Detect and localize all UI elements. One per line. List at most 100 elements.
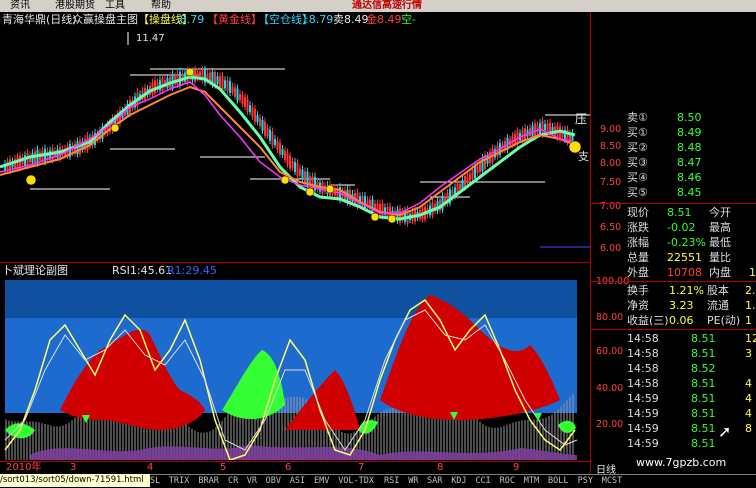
stat-value: 8.51 bbox=[667, 206, 692, 219]
x-year: 2010年 bbox=[6, 462, 42, 473]
stat-value-2: 11 bbox=[749, 266, 756, 279]
tick-vol: 12 bbox=[745, 332, 756, 345]
smiley-icon bbox=[325, 184, 335, 194]
stat-value-2: 2.3 bbox=[745, 284, 756, 297]
smiley-icon bbox=[110, 123, 120, 133]
line-value-caopan: :8.79 bbox=[176, 13, 205, 26]
rsi1-label: RSI1:45.61 bbox=[112, 264, 173, 277]
stat-value: 3.23 bbox=[669, 299, 694, 312]
indicator-tab-trix[interactable]: TRIX bbox=[169, 475, 189, 488]
order-price: 8.49 bbox=[677, 126, 702, 139]
rsi2-label: R1:29.45 bbox=[167, 264, 217, 277]
x-month-6: 6 bbox=[285, 462, 292, 473]
stat-value: 1.21% bbox=[669, 284, 704, 297]
tick-vol: 4 bbox=[745, 407, 752, 420]
tick-time: 14:58 bbox=[627, 347, 659, 360]
tick-price: 8.51 bbox=[691, 407, 716, 420]
tick-time: 14:59 bbox=[627, 392, 659, 405]
stat-row: 收益(三) 0.06 PE(动) 1 bbox=[591, 313, 756, 328]
x-month-3: 3 bbox=[70, 462, 77, 473]
stat-row: 总量 22551 量比 bbox=[591, 250, 756, 265]
x-month-7: 7 bbox=[358, 462, 365, 473]
stat-row: 净资 3.23 流通 1.8 bbox=[591, 298, 756, 313]
tick-vol: 4 bbox=[745, 377, 752, 390]
menu-item-hk-futures[interactable]: 港股期货 bbox=[55, 0, 95, 12]
tick-price: 8.51 bbox=[691, 332, 716, 345]
smiley-icon bbox=[387, 214, 397, 224]
stat-row: 现价 8.51 今开 bbox=[591, 205, 756, 220]
x-month-4: 4 bbox=[147, 462, 154, 473]
stock-title: 青海华鼎(日线) bbox=[2, 13, 77, 26]
stat-label-2: 最低 bbox=[709, 236, 731, 249]
stat-label: 现价 bbox=[627, 206, 649, 219]
order-label: 买① bbox=[627, 126, 648, 139]
indicator-tab-obv[interactable]: OBV bbox=[266, 475, 281, 488]
main-chart-title-bar: 青海华鼎(日线) 众赢操盘主图 【操盘线】 :8.79 【黄金线】 【空仓线】 … bbox=[0, 12, 590, 27]
menu-item-info[interactable]: 资讯 bbox=[10, 0, 30, 12]
stat-label-2: 流通 bbox=[707, 299, 729, 312]
smiley-icon bbox=[25, 174, 37, 186]
indicator-tab-rsi[interactable]: RSI bbox=[384, 475, 399, 488]
tick-row: 14:58 8.51 4 bbox=[591, 376, 756, 391]
stat-value-2: 1 bbox=[745, 314, 752, 327]
order-row: 买② 8.48 bbox=[591, 140, 756, 155]
indicator-tab-sl[interactable]: SL bbox=[150, 475, 160, 488]
order-price: 8.50 bbox=[677, 111, 702, 124]
stat-label: 收益(三) bbox=[627, 314, 669, 327]
indicator-tab-mtm[interactable]: MTM bbox=[524, 475, 539, 488]
indicator-tab-vr[interactable]: VR bbox=[247, 475, 257, 488]
x-month-8: 8 bbox=[437, 462, 444, 473]
stat-row: 涨跌 -0.02 最高 bbox=[591, 220, 756, 235]
upper-band-dark bbox=[5, 280, 577, 318]
x-month-5: 5 bbox=[220, 462, 227, 473]
tick-vol: 4 bbox=[745, 392, 752, 405]
indicator-tab-cci[interactable]: CCI bbox=[475, 475, 490, 488]
tick-time: 14:58 bbox=[627, 362, 659, 375]
order-row: 买④ 8.46 bbox=[591, 170, 756, 185]
tick-price: 8.51 bbox=[691, 377, 716, 390]
tick-row: 14:59 8.51 4 bbox=[591, 391, 756, 406]
indicator-tab-cr[interactable]: CR bbox=[228, 475, 238, 488]
stat-value-2: 1.8 bbox=[745, 299, 756, 312]
stat-value: 22551 bbox=[667, 251, 702, 264]
stat-label: 涨幅 bbox=[627, 236, 649, 249]
tick-vol: 3 bbox=[745, 347, 752, 360]
stat-label: 总量 bbox=[627, 251, 649, 264]
indicator-tab-mcst[interactable]: MCST bbox=[602, 475, 622, 488]
tick-price: 8.52 bbox=[691, 362, 716, 375]
menu-item-help[interactable]: 帮助 bbox=[151, 0, 171, 12]
order-row: 卖① 8.50 bbox=[591, 110, 756, 125]
down-arrow-icon bbox=[534, 413, 542, 421]
watermark-text: www.7gpzb.com bbox=[636, 456, 727, 469]
indicator-tab-kdj[interactable]: KDJ bbox=[451, 475, 466, 488]
indicator-tab-roc[interactable]: ROC bbox=[500, 475, 515, 488]
indicator-tab-boll[interactable]: BOLL bbox=[548, 475, 568, 488]
tick-time: 14:59 bbox=[627, 422, 659, 435]
indicator-tab-emv[interactable]: EMV bbox=[314, 475, 329, 488]
stat-label-2: 量比 bbox=[709, 251, 731, 264]
ma-green bbox=[0, 75, 576, 221]
tick-time: 14:59 bbox=[627, 407, 659, 420]
peak-label: 11.47 bbox=[136, 33, 165, 44]
stat-value: -0.02 bbox=[667, 221, 696, 234]
indicator-tab-asi[interactable]: ASI bbox=[290, 475, 305, 488]
indicator-tab-brar[interactable]: BRAR bbox=[198, 475, 218, 488]
stat-label: 换手 bbox=[627, 284, 649, 297]
indicator-tab-vol-tdx[interactable]: VOL-TDX bbox=[338, 475, 374, 488]
sell-value: 8.49 bbox=[344, 13, 369, 26]
stat-value: 0.06 bbox=[669, 314, 694, 327]
sub-chart[interactable] bbox=[0, 280, 590, 460]
indicator-tab-sar[interactable]: SAR bbox=[427, 475, 442, 488]
tick-price: 8.51 bbox=[691, 347, 716, 360]
menu-item-tools[interactable]: 工具 bbox=[105, 0, 125, 12]
indicator-tab-psy[interactable]: PSY bbox=[578, 475, 593, 488]
menu-filler bbox=[600, 0, 756, 12]
order-price: 8.47 bbox=[677, 156, 702, 169]
tick-time: 14:58 bbox=[627, 332, 659, 345]
stat-label: 涨跌 bbox=[627, 221, 649, 234]
indicator-tab-wr[interactable]: WR bbox=[408, 475, 418, 488]
support-label: 支 bbox=[578, 150, 589, 163]
price-chart[interactable]: 11.47 压 支 bbox=[0, 27, 590, 262]
order-row: 买⑤ 8.45 bbox=[591, 185, 756, 200]
x-month-9: 9 bbox=[513, 462, 520, 473]
